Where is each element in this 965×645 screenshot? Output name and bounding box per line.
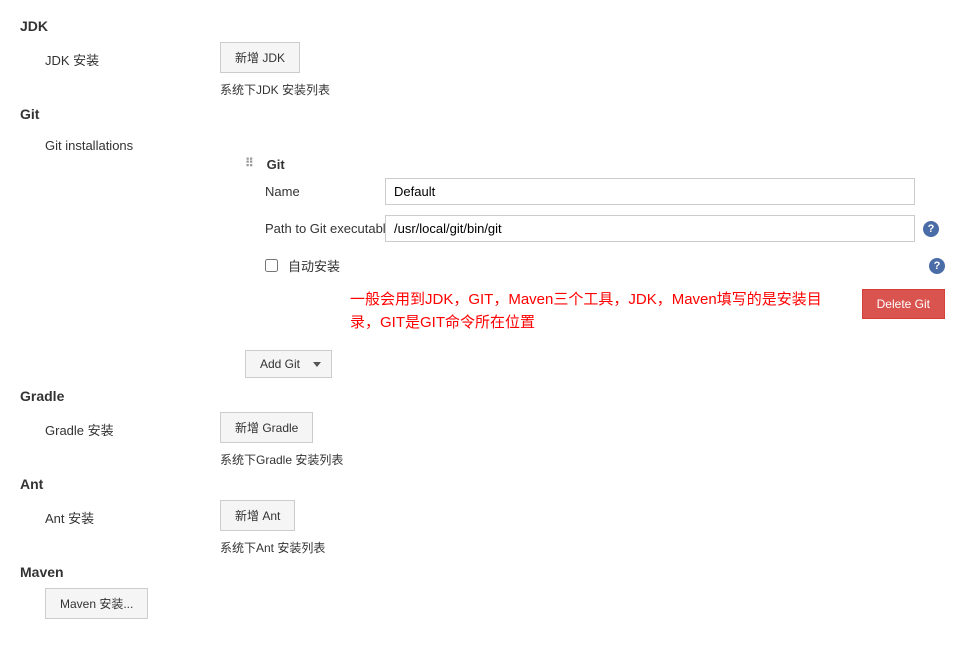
gradle-section-header: Gradle bbox=[20, 388, 945, 404]
chevron-down-icon bbox=[313, 362, 321, 367]
add-git-button[interactable]: Add Git bbox=[245, 350, 332, 378]
git-name-input[interactable] bbox=[385, 178, 915, 205]
add-jdk-button[interactable]: 新增 JDK bbox=[220, 42, 300, 73]
git-box-title: Git bbox=[267, 157, 285, 172]
annotation-text: 一般会用到JDK，GIT，Maven三个工具，JDK，Maven填写的是安装目录… bbox=[350, 289, 830, 334]
maven-install-button[interactable]: Maven 安装... bbox=[45, 588, 148, 619]
ant-section-header: Ant bbox=[20, 476, 945, 492]
help-icon[interactable]: ? bbox=[923, 221, 939, 237]
git-section-header: Git bbox=[20, 106, 945, 122]
git-name-label: Name bbox=[245, 184, 385, 199]
git-installations-label: Git installations bbox=[20, 130, 220, 153]
drag-handle-icon[interactable]: ⠿ bbox=[245, 160, 257, 172]
maven-section-header: Maven bbox=[20, 564, 945, 580]
add-ant-button[interactable]: 新增 Ant bbox=[220, 500, 295, 531]
add-git-label: Add Git bbox=[260, 357, 300, 371]
auto-install-checkbox[interactable] bbox=[265, 259, 278, 272]
help-icon[interactable]: ? bbox=[929, 258, 945, 274]
gradle-caption: 系统下Gradle 安装列表 bbox=[220, 451, 945, 468]
auto-install-label: 自动安装 bbox=[288, 256, 340, 275]
ant-caption: 系统下Ant 安装列表 bbox=[220, 539, 945, 556]
add-gradle-button[interactable]: 新增 Gradle bbox=[220, 412, 313, 443]
gradle-install-label: Gradle 安装 bbox=[20, 412, 220, 439]
delete-git-button[interactable]: Delete Git bbox=[862, 289, 945, 319]
jdk-install-label: JDK 安装 bbox=[20, 42, 220, 69]
git-path-input[interactable] bbox=[385, 215, 915, 242]
ant-install-label: Ant 安装 bbox=[20, 500, 220, 527]
git-path-label: Path to Git executable bbox=[245, 221, 385, 236]
jdk-section-header: JDK bbox=[20, 18, 945, 34]
jdk-caption: 系统下JDK 安装列表 bbox=[220, 81, 945, 98]
